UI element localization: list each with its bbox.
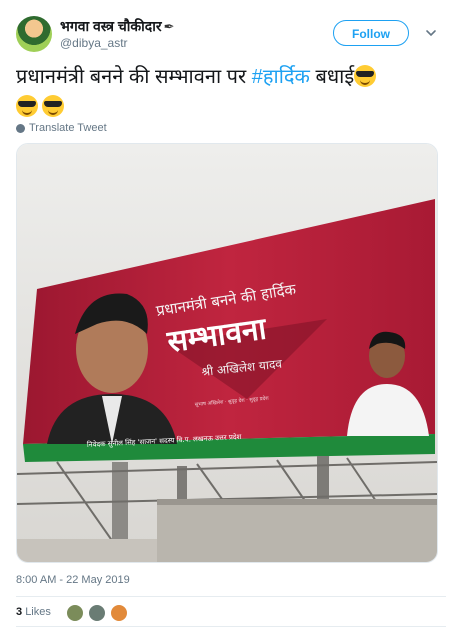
building [157,504,437,562]
tweet-photo[interactable]: प्रधानमंत्री बनने की हार्दिक सम्भावना श्… [16,143,438,563]
display-name-text: भगवा वस्त्र चौकीदार [60,18,162,34]
follow-button[interactable]: Follow [333,20,409,46]
building-roof [157,499,437,505]
liker-avatar[interactable] [110,604,128,622]
likes-label: Likes [25,606,51,618]
likes-number: 3 [16,606,23,618]
tweet-text: प्रधानमंत्री बनने की सम्भावना पर #हार्दि… [16,62,426,122]
user-handle[interactable]: @dibya_astr [60,36,128,50]
chevron-down-icon[interactable] [424,26,438,40]
user-display-name[interactable]: भगवा वस्त्र चौकीदार ✒ [60,17,174,36]
sunglasses-emoji-icon [354,65,377,87]
translate-tweet-link[interactable]: Translate Tweet [16,122,107,134]
tweet-text-before: प्रधानमंत्री बनने की सम्भावना पर [16,66,252,88]
liker-avatar[interactable] [88,604,106,622]
hashtag-link[interactable]: #हार्दिक [252,66,310,88]
divider [16,596,446,597]
sunglasses-emoji-icon [42,95,64,117]
pen-icon: ✒ [163,19,175,34]
liker-avatar[interactable] [66,604,84,622]
divider [16,626,446,627]
tweet-text-after: बधाई [309,66,355,88]
globe-icon [16,123,25,133]
likes-count[interactable]: 3 Likes [16,606,51,618]
sunglasses-emoji-icon [16,95,38,117]
billboard-photo: प्रधानमंत्री बनने की हार्दिक सम्भावना श्… [17,144,437,562]
user-avatar[interactable] [16,16,52,52]
tweet-card: भगवा वस्त्र चौकीदार ✒ @dibya_astr Follow … [0,0,462,632]
translate-label: Translate Tweet [29,122,107,134]
tweet-timestamp[interactable]: 8:00 AM - 22 May 2019 [16,574,130,586]
building [17,539,157,562]
